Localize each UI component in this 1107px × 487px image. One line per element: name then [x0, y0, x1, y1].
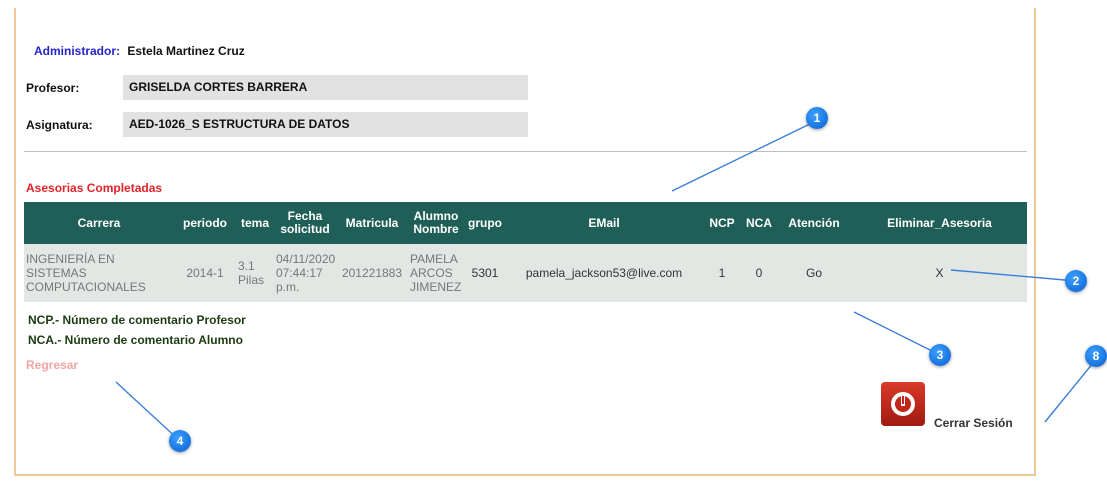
- callout-badge-4: 4: [169, 430, 191, 452]
- callout-badge-1: 1: [806, 107, 828, 129]
- callout-badge-8: 8: [1085, 345, 1107, 367]
- callout-badge-3: 3: [929, 344, 951, 366]
- callout-lines: [115, 120, 1094, 442]
- callout-badge-2: 2: [1065, 270, 1087, 292]
